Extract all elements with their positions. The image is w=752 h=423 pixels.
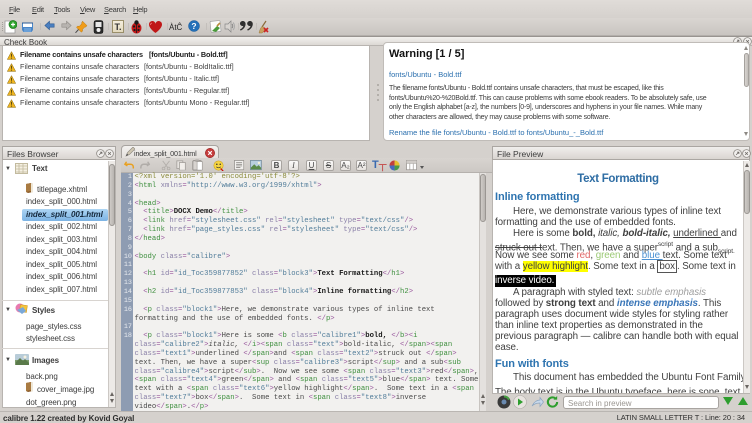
svg-text:?: ?: [191, 21, 196, 31]
